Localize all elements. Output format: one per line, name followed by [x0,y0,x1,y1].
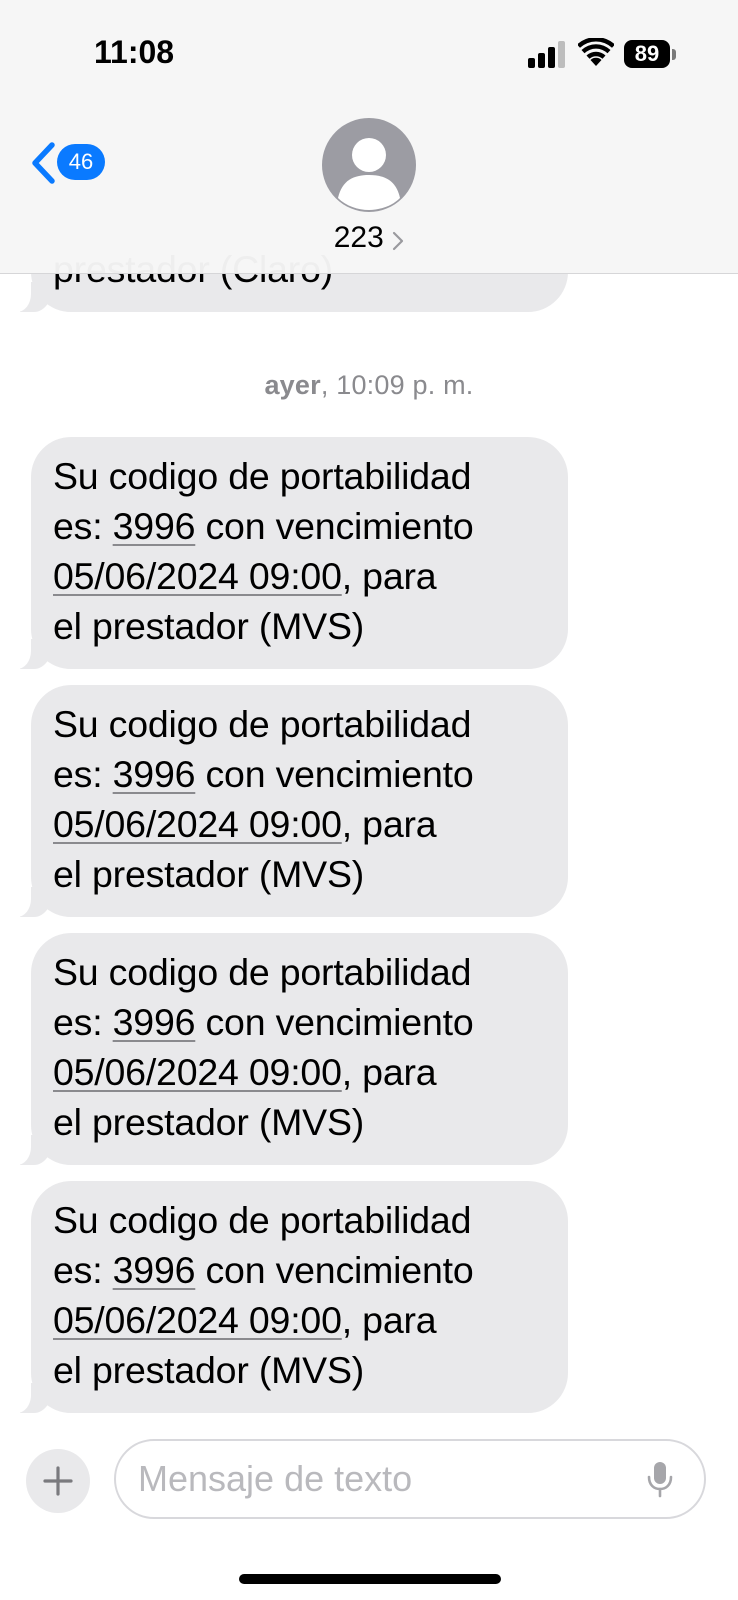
portability-code-link[interactable]: 3996 [113,505,196,547]
bubble-tail [8,1133,54,1165]
back-button[interactable]: 46 [28,138,118,186]
chevron-right-icon [393,231,404,250]
battery-icon: 89 [624,40,676,70]
message-text: , para [341,803,437,845]
message-bubble[interactable]: Su codigo de portabilidad es: 3996 con v… [8,1181,568,1413]
message-line: Su codigo de portabilidad [53,951,472,993]
chevron-left-icon [32,142,55,184]
status-bar-time: 11:08 [94,34,175,70]
message-text: es: [53,753,113,795]
expiration-date-link[interactable]: 05/06/2024 09:00 [53,1299,342,1341]
message-timestamp: ayer, 10:09 p. m. [0,370,738,401]
message-line: el prestador (MVS) [53,853,365,895]
message-text: es: [53,1001,113,1043]
portability-code-link[interactable]: 3996 [113,1249,196,1291]
message-line: es: 3996 con vencimiento [53,997,546,1047]
bubble-tail [8,885,54,917]
portability-code-link[interactable]: 3996 [113,753,196,795]
home-indicator[interactable] [239,1574,501,1584]
message-line: el prestador (MVS) [53,1349,365,1391]
timestamp-time: , 10:09 p. m. [320,370,474,400]
expiration-date-link[interactable]: 05/06/2024 09:00 [53,1051,342,1093]
expiration-date-link[interactable]: 05/06/2024 09:00 [53,555,342,597]
bubble-tail [8,637,54,669]
message-line: el prestador (MVS) [53,605,365,647]
battery-cap [672,49,676,60]
message-text: es: [53,505,113,547]
message-line: 05/06/2024 09:00, para [53,1295,546,1345]
contact-name-button[interactable]: 223 [0,221,738,255]
message-text: con vencimiento [195,1249,474,1291]
message-line: Su codigo de portabilidad [53,703,472,745]
message-text: , para [341,1051,437,1093]
bubble-tail [8,1381,54,1413]
expiration-date-link[interactable]: 05/06/2024 09:00 [53,803,342,845]
message-text: con vencimiento [195,505,474,547]
message-text: , para [341,555,437,597]
unread-count-badge: 46 [57,144,105,180]
message-line: el prestador (MVS) [53,1101,365,1143]
wifi-icon [578,38,614,66]
message-text: es: [53,1249,113,1291]
timestamp-day: ayer [264,370,321,400]
microphone-icon[interactable] [646,1460,674,1500]
add-attachment-button[interactable] [26,1449,90,1513]
portability-code-link[interactable]: 3996 [113,1001,196,1043]
message-bubble[interactable]: Su codigo de portabilidad es: 3996 con v… [8,685,568,917]
message-line: 05/06/2024 09:00, para [53,1047,546,1097]
contact-avatar[interactable] [322,118,416,212]
message-line: 05/06/2024 09:00, para [53,799,546,849]
message-line: Su codigo de portabilidad [53,455,472,497]
battery-level: 89 [634,41,660,66]
person-icon [338,138,400,210]
message-bubble[interactable]: Su codigo de portabilidad es: 3996 con v… [8,437,568,669]
message-bubble[interactable]: Su codigo de portabilidad es: 3996 con v… [8,933,568,1165]
message-text: con vencimiento [195,1001,474,1043]
cellular-signal-icon [528,41,565,68]
message-text: con vencimiento [195,753,474,795]
message-line: es: 3996 con vencimiento [53,1245,546,1295]
plus-icon [43,1466,73,1496]
message-input-field[interactable] [114,1439,706,1519]
messages-screen: prestador (Claro) ayer, 10:09 p. m. Su c… [0,0,738,1600]
message-line: es: 3996 con vencimiento [53,501,546,551]
conversation-header: 11:08 89 46 223 [0,0,738,274]
message-line: es: 3996 con vencimiento [53,749,546,799]
message-line: 05/06/2024 09:00, para [53,551,546,601]
message-line: Su codigo de portabilidad [53,1199,472,1241]
contact-name: 223 [333,221,384,254]
message-text: , para [341,1299,437,1341]
message-text-input[interactable] [138,1449,638,1509]
bubble-tail [8,280,54,312]
